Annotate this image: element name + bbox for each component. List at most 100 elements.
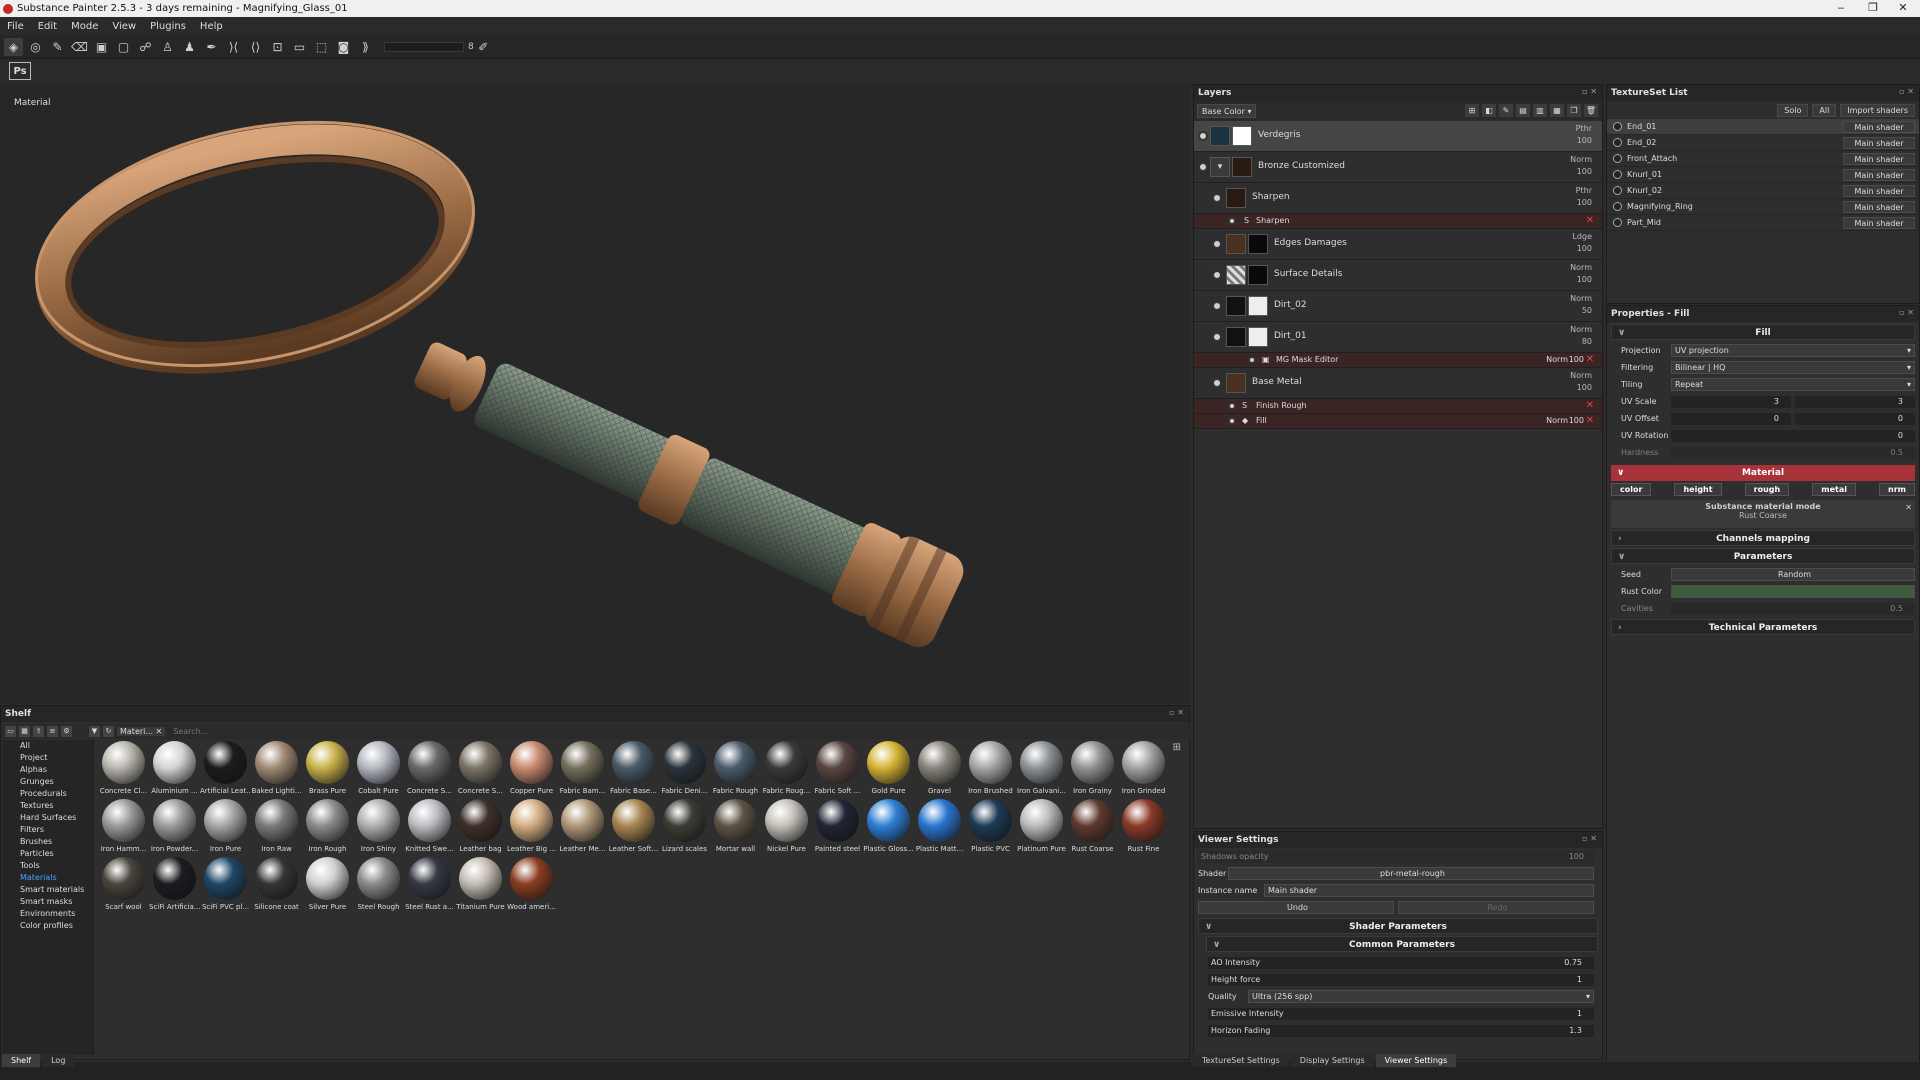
material-thumbnail[interactable]: Gravel [914,741,965,799]
shelf-settings-icon[interactable]: ⚙ [61,726,72,737]
layer-row[interactable]: Dirt_01 Norm 80 [1194,322,1602,353]
material-thumbnail[interactable]: Iron Grinded [1118,741,1169,799]
shelf-category-item[interactable]: Materials [2,872,93,884]
layer-opacity[interactable]: 100 [1570,166,1592,178]
instance-name-input[interactable]: Main shader [1264,884,1594,897]
shelf-import-icon[interactable]: ⇪ [33,726,44,737]
layer-row[interactable]: Edges Damages Ldge 100 [1194,229,1602,260]
shelf-category-item[interactable]: All [2,740,93,752]
material-thumbnail[interactable]: Painted steel [812,799,863,857]
remove-effect-icon[interactable]: ✕ [1586,415,1594,426]
paint-brush-icon[interactable]: ✎ [48,38,67,56]
polygon-fill-icon[interactable]: ▢ [114,38,133,56]
mirror-icon[interactable]: ⟨⟩ [246,38,265,56]
shader-dropdown[interactable]: Main shader [1843,137,1915,149]
material-thumbnail[interactable]: Cobalt Pure [353,741,404,799]
tab-viewer-settings[interactable]: Viewer Settings [1375,1054,1457,1067]
radio-icon[interactable] [1613,202,1622,211]
layer-opacity[interactable]: 100 [1576,197,1592,209]
rust-color-swatch[interactable] [1671,585,1915,598]
channel-nrm-toggle[interactable]: nrm [1879,483,1915,496]
tab-textureset-settings[interactable]: TextureSet Settings [1193,1054,1289,1067]
channel-metal-toggle[interactable]: metal [1812,483,1856,496]
radio-icon[interactable] [1613,218,1622,227]
material-thumbnail[interactable]: Iron Galvani... [1016,741,1067,799]
smudge-icon[interactable]: ☍ [136,38,155,56]
render-icon[interactable]: ◙ [334,38,353,56]
shader-dropdown[interactable]: Main shader [1843,217,1915,229]
expand-arrow-icon[interactable]: › [1618,620,1622,636]
common-parameters-header[interactable]: ∨ Common Parameters [1206,936,1598,952]
technical-parameters-header[interactable]: › Technical Parameters [1611,619,1915,635]
remove-effect-icon[interactable]: ✕ [1586,354,1594,365]
shader-dropdown[interactable]: Main shader [1843,185,1915,197]
textureset-row[interactable]: Knurl_02 Main shader [1607,183,1919,199]
material-thumbnail[interactable]: Steel Rust a... [404,857,455,915]
textureset-row[interactable]: Knurl_01 Main shader [1607,167,1919,183]
visibility-eye-icon[interactable] [1198,131,1208,141]
cube-view-icon[interactable]: ⬚ [312,38,331,56]
filtering-dropdown[interactable]: Bilinear | HQ ▾ [1671,361,1915,374]
material-mode-box[interactable]: Substance material mode Rust Coarse ✕ [1611,500,1915,528]
material-thumbnail[interactable]: Gold Pure [863,741,914,799]
material-thumbnail[interactable]: Silver Pure [302,857,353,915]
shelf-category-item[interactable]: Alphas [2,764,93,776]
material-section-header[interactable]: ∨ Material [1611,465,1915,481]
material-thumbnail[interactable]: Steel Rough [353,857,404,915]
collapse-arrow-icon[interactable]: ∨ [1618,549,1625,565]
layer-opacity[interactable]: 100 [1572,243,1592,255]
delete-layer-icon[interactable]: 🗑 [1584,104,1598,117]
channel-height-toggle[interactable]: height [1674,483,1722,496]
material-mode-icon[interactable]: ◎ [26,38,45,56]
textureset-row[interactable]: End_02 Main shader [1607,135,1919,151]
visibility-eye-icon[interactable] [1228,217,1236,225]
visibility-eye-icon[interactable] [1228,417,1236,425]
material-thumbnail[interactable]: Plastic PVC [965,799,1016,857]
effect-opacity[interactable]: 100 [1569,355,1584,364]
material-thumbnail[interactable]: Concrete S... [404,741,455,799]
material-thumbnail[interactable]: Baked Lighti... [251,741,302,799]
hardness-slider[interactable]: 0.5 [1671,446,1915,459]
radio-icon[interactable] [1613,186,1622,195]
material-thumbnail[interactable]: Scarf wool [98,857,149,915]
layers-view-icon[interactable]: ◈ [4,37,23,56]
layer-row[interactable]: Verdegris Pthr 100 [1194,121,1602,152]
shelf-category-item[interactable]: Color profiles [2,920,93,932]
height-force-slider[interactable]: Height force 1 [1208,973,1594,986]
material-thumbnail[interactable]: Silicone coat [251,857,302,915]
visibility-eye-icon[interactable] [1198,162,1208,172]
shelf-category-item[interactable]: Smart materials [2,884,93,896]
layer-blend[interactable]: Norm [1570,154,1592,166]
panel-close-icon[interactable]: ▫ ✕ [1582,834,1597,843]
expand-arrow-icon[interactable]: › [1618,531,1622,547]
material-thumbnail[interactable]: Iron Shiny [353,799,404,857]
layer-row[interactable]: Dirt_02 Norm 50 [1194,291,1602,322]
tab-shelf[interactable]: Shelf [2,1054,41,1067]
channel-rough-toggle[interactable]: rough [1744,483,1790,496]
textureset-row[interactable]: Part_Mid Main shader [1607,215,1919,231]
seed-random-button[interactable]: Random [1671,568,1915,581]
duplicate-layer-icon[interactable]: ❐ [1567,104,1581,117]
filter-tag[interactable]: Materi... ✕ [117,727,166,736]
shader-dropdown[interactable]: Main shader [1843,121,1915,133]
add-effect-icon[interactable]: ⊞ [1465,104,1479,117]
add-paint-layer-icon[interactable]: ✎ [1499,104,1513,117]
add-mask-icon[interactable]: ◧ [1482,104,1496,117]
shelf-view-icon[interactable]: ▭ [5,726,16,737]
visibility-eye-icon[interactable] [1212,378,1222,388]
menu-plugins[interactable]: Plugins [143,21,193,32]
collapse-arrow-icon[interactable]: ∨ [1617,465,1624,481]
radio-icon[interactable] [1613,170,1622,179]
material-thumbnail[interactable]: Aluminium ... [149,741,200,799]
material-thumbnail[interactable]: Iron Brushed [965,741,1016,799]
channel-color-toggle[interactable]: color [1611,483,1652,496]
material-thumbnail[interactable]: SciFi Artificia... [149,857,200,915]
effect-opacity[interactable]: 100 [1569,416,1584,425]
material-thumbnail[interactable]: Rust Coarse [1067,799,1118,857]
shelf-category-item[interactable]: Hard Surfaces [2,812,93,824]
filter-icon[interactable]: ▼ [89,726,100,737]
shelf-list-icon[interactable]: ≡ [47,726,58,737]
horizon-fading-slider[interactable]: Horizon Fading 1.3 [1208,1024,1594,1037]
layer-blend[interactable]: Norm [1570,262,1592,274]
material-thumbnail[interactable]: Leather Big ... [506,799,557,857]
